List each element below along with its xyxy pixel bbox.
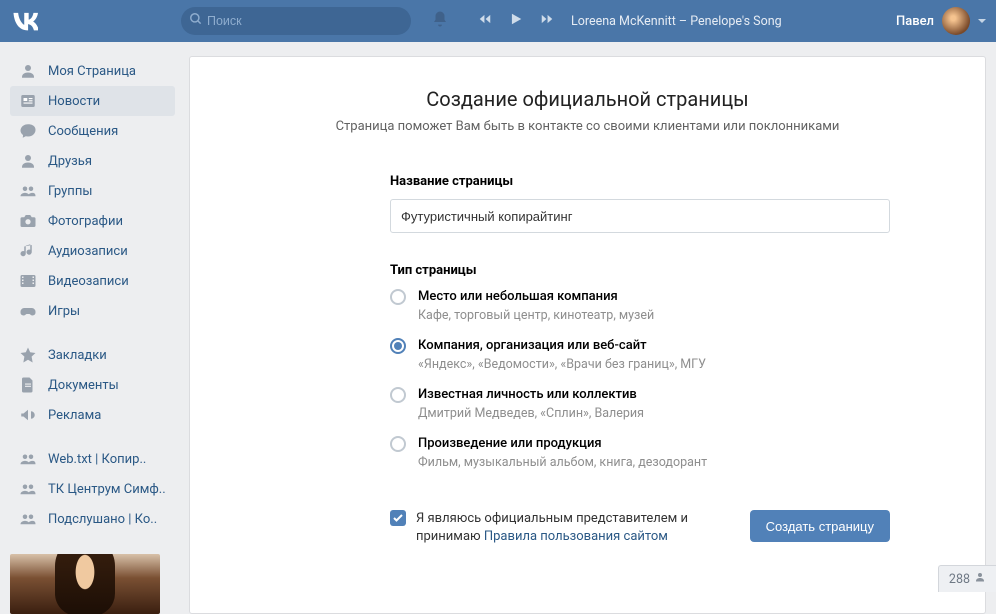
radio-description: «Яндекс», «Ведомости», «Врачи без границ… (418, 357, 706, 372)
radio-icon (390, 436, 406, 452)
sidebar-item-games-8[interactable]: Игры (10, 296, 175, 326)
sidebar-item-video-7[interactable]: Видеозаписи (10, 266, 175, 296)
sidebar-item-ads-2[interactable]: Реклама (10, 400, 175, 430)
sidebar-item-groups-1[interactable]: ТК Центрум Симф.. (10, 474, 175, 504)
groups-icon (18, 510, 38, 528)
terms-link[interactable]: Правила пользования сайтом (484, 529, 668, 544)
groups-icon (18, 480, 38, 498)
radio-label: Место или небольшая компания (418, 288, 654, 306)
play-icon[interactable] (509, 11, 523, 31)
sidebar-item-label: Группы (48, 184, 92, 199)
audio-icon (18, 242, 38, 260)
sidebar-item-docs-1[interactable]: Документы (10, 370, 175, 400)
radio-icon (390, 289, 406, 305)
counter-value: 288 (949, 572, 970, 587)
terms-checkbox[interactable] (390, 510, 406, 526)
sidebar-item-label: Новости (48, 94, 100, 109)
now-playing-track[interactable]: Loreena McKennitt – Penelope's Song (571, 14, 782, 29)
chevron-down-icon (978, 19, 986, 23)
search-box[interactable] (181, 7, 411, 35)
sidebar-item-label: Аудиозаписи (48, 244, 128, 259)
notifications-icon[interactable] (431, 10, 449, 32)
news-icon (18, 92, 38, 110)
next-track-icon[interactable] (539, 12, 555, 30)
sidebar-item-groups-4[interactable]: Группы (10, 176, 175, 206)
games-icon (18, 302, 38, 320)
page-name-input[interactable] (390, 199, 890, 233)
sidebar-item-groups-2[interactable]: Подслушано | Ко.. (10, 504, 175, 534)
radio-label: Компания, организация или веб-сайт (418, 337, 706, 355)
radio-icon (390, 338, 406, 354)
prev-track-icon[interactable] (477, 12, 493, 30)
radio-label: Произведение или продукция (418, 435, 707, 453)
ads-icon (18, 406, 38, 424)
sidebar-item-label: Игры (48, 304, 80, 319)
radio-icon (390, 387, 406, 403)
photos-icon (18, 212, 38, 230)
video-icon (18, 272, 38, 290)
sidebar-item-label: Реклама (48, 408, 101, 423)
messages-icon (18, 122, 38, 140)
name-field-label: Название страницы (390, 174, 890, 189)
person-icon (974, 571, 986, 587)
sidebar-item-label: Фотографии (48, 214, 123, 229)
search-input[interactable] (207, 14, 403, 28)
friends-icon (18, 152, 38, 170)
radio-description: Кафе, торговый центр, кинотеатр, музей (418, 308, 654, 323)
top-bar: Loreena McKennitt – Penelope's Song Паве… (0, 0, 996, 42)
page-type-option-1[interactable]: Компания, организация или веб-сайт «Яндек… (390, 337, 890, 372)
page-subtitle: Страница поможет Вам быть в контакте со … (240, 119, 935, 134)
sidebar-item-label: ТК Центрум Симф.. (48, 482, 166, 497)
sidebar-item-star-0[interactable]: Закладки (10, 340, 175, 370)
online-counter[interactable]: 288 (938, 565, 996, 592)
sidebar-avatar[interactable] (10, 554, 160, 614)
terms-text: Я являюсь официальным представителем и п… (416, 510, 710, 546)
vk-logo-icon[interactable] (10, 7, 38, 35)
user-icon (18, 62, 38, 80)
avatar-icon (942, 7, 970, 35)
sidebar-item-label: Видеозаписи (48, 274, 129, 289)
sidebar-item-label: Документы (48, 378, 119, 393)
user-menu[interactable]: Павел (896, 7, 986, 35)
page-title: Создание официальной страницы (240, 87, 935, 111)
groups-icon (18, 182, 38, 200)
sidebar-item-friends-3[interactable]: Друзья (10, 146, 175, 176)
sidebar-item-label: Моя Страница (48, 64, 136, 79)
main-content: Создание официальной страницы Страница п… (189, 56, 986, 614)
sidebar-item-news-1[interactable]: Новости (10, 86, 175, 116)
search-icon (189, 12, 203, 30)
page-type-option-0[interactable]: Место или небольшая компания Кафе, торгов… (390, 288, 890, 323)
sidebar-item-groups-0[interactable]: Web.txt | Копир.. (10, 444, 175, 474)
sidebar-item-user-0[interactable]: Моя Страница (10, 56, 175, 86)
sidebar: Моя Страница Новости Сообщения Друзья Группы… (10, 56, 175, 614)
sidebar-item-audio-6[interactable]: Аудиозаписи (10, 236, 175, 266)
sidebar-item-label: Закладки (48, 348, 107, 363)
sidebar-item-label: Друзья (48, 154, 92, 169)
type-field-label: Тип страницы (390, 263, 890, 278)
sidebar-item-messages-2[interactable]: Сообщения (10, 116, 175, 146)
sidebar-item-label: Подслушано | Ко.. (48, 512, 157, 527)
docs-icon (18, 376, 38, 394)
create-page-button[interactable]: Создать страницу (750, 510, 890, 542)
groups-icon (18, 450, 38, 468)
star-icon (18, 346, 38, 364)
username: Павел (896, 14, 934, 29)
page-type-option-2[interactable]: Известная личность или коллектив Дмитрий … (390, 386, 890, 421)
sidebar-item-photos-5[interactable]: Фотографии (10, 206, 175, 236)
page-type-option-3[interactable]: Произведение или продукция Фильм, музыкал… (390, 435, 890, 470)
sidebar-item-label: Сообщения (48, 124, 118, 139)
radio-description: Фильм, музыкальный альбом, книга, дезодо… (418, 455, 707, 470)
radio-description: Дмитрий Медведев, «Сплин», Валерия (418, 406, 644, 421)
audio-player: Loreena McKennitt – Penelope's Song (477, 11, 782, 31)
radio-label: Известная личность или коллектив (418, 386, 644, 404)
sidebar-item-label: Web.txt | Копир.. (48, 452, 146, 467)
